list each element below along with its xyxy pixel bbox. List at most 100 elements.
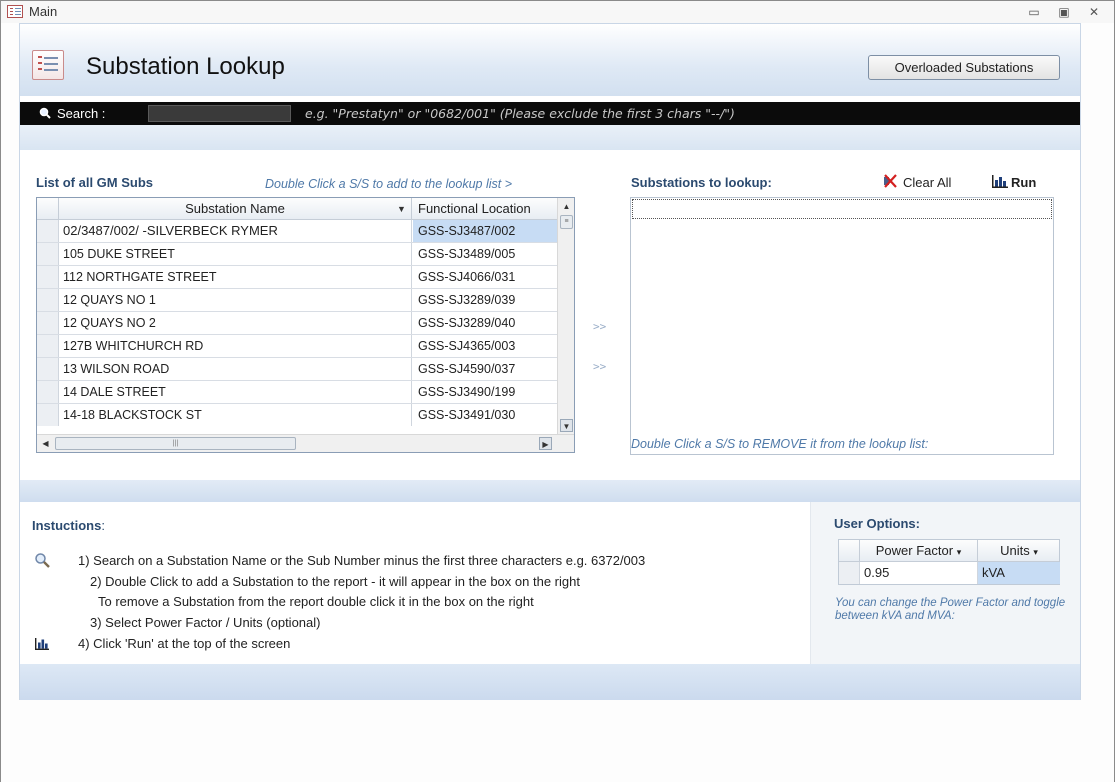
title-bar: Main ▭ ▣ ✕: [1, 1, 1114, 23]
table-row[interactable]: 127B WHITCHURCH RD GSS-SJ4365/003: [37, 335, 557, 358]
lookup-list-focus-row[interactable]: [632, 199, 1052, 219]
instruction-line: 3) Select Power Factor / Units (optional…: [90, 615, 321, 630]
magnifier-icon: [35, 553, 50, 568]
options-row[interactable]: 0.95 kVA: [839, 562, 1060, 584]
search-bar: Search : e.g. "Prestatyn" or "0682/001" …: [20, 102, 1080, 125]
row-selector[interactable]: [37, 266, 59, 288]
row-selector[interactable]: [37, 289, 59, 311]
options-hint: You can change the Power Factor and togg…: [835, 597, 1066, 622]
form-icon: [7, 5, 23, 18]
row-selector[interactable]: [37, 312, 59, 334]
power-factor-field[interactable]: 0.95: [860, 562, 978, 584]
row-selector[interactable]: [37, 243, 59, 265]
functional-location-cell[interactable]: GSS-SJ3489/005: [413, 243, 557, 265]
remove-hint: Double Click a S/S to REMOVE it from the…: [631, 437, 929, 451]
column-header-functional-location[interactable]: Functional Location: [413, 198, 557, 220]
gm-subs-title: List of all GM Subs: [36, 175, 154, 190]
close-button[interactable]: ✕: [1083, 3, 1105, 21]
form-area: Substation Lookup Overloaded Substations…: [19, 23, 1081, 700]
substation-name-cell[interactable]: 112 NORTHGATE STREET: [59, 266, 412, 288]
instruction-line: 1) Search on a Substation Name or the Su…: [78, 553, 646, 568]
scroll-thumb[interactable]: |||: [55, 437, 296, 450]
user-options-panel: User Options: Power Factor ▾ Units ▾ 0.9…: [810, 502, 1080, 664]
overloaded-substations-button[interactable]: Overloaded Substations: [868, 55, 1060, 80]
scroll-down-icon[interactable]: ▼: [560, 419, 573, 432]
row-selector[interactable]: [37, 335, 59, 357]
window-title: Main: [29, 4, 58, 19]
row-selector[interactable]: [37, 381, 59, 403]
substation-name-cell[interactable]: 14 DALE STREET: [59, 381, 412, 403]
section-divider: [20, 125, 1080, 150]
user-options-title: User Options:: [834, 516, 920, 531]
table-row[interactable]: 14 DALE STREET GSS-SJ3490/199: [37, 381, 557, 404]
select-all-corner[interactable]: [839, 540, 860, 562]
horizontal-scrollbar[interactable]: ◀ ||| ▶: [37, 434, 574, 452]
restore-button[interactable]: ▣: [1053, 3, 1075, 21]
sort-dropdown-icon[interactable]: ▼: [397, 198, 406, 220]
add-arrow: >>: [593, 320, 607, 333]
row-selector[interactable]: [37, 220, 59, 242]
substation-name-cell[interactable]: 02/3487/002/ -SILVERBECK RYMER: [59, 220, 412, 242]
section-divider: [20, 480, 1080, 502]
scroll-right-icon[interactable]: ▶: [539, 437, 552, 450]
table-row[interactable]: 12 QUAYS NO 2 GSS-SJ3289/040: [37, 312, 557, 335]
clear-all-label: Clear All: [903, 175, 952, 190]
functional-location-cell[interactable]: GSS-SJ3490/199: [413, 381, 557, 403]
user-options-grid[interactable]: Power Factor ▾ Units ▾ 0.95 kVA: [838, 539, 1060, 585]
functional-location-cell[interactable]: GSS-SJ3289/039: [413, 289, 557, 311]
table-row[interactable]: 02/3487/002/ -SILVERBECK RYMER GSS-SJ348…: [37, 220, 557, 243]
functional-location-cell[interactable]: GSS-SJ4365/003: [413, 335, 557, 357]
functional-location-cell[interactable]: GSS-SJ3289/040: [413, 312, 557, 334]
clear-icon: [884, 174, 897, 188]
table-row[interactable]: 112 NORTHGATE STREET GSS-SJ4066/031: [37, 266, 557, 289]
run-chart-icon: [992, 175, 1008, 188]
select-all-corner[interactable]: [37, 198, 59, 220]
row-selector[interactable]: [839, 562, 860, 584]
add-arrow: >>: [593, 360, 607, 373]
column-header-substation-name[interactable]: Substation Name: [59, 198, 412, 220]
run-chart-icon: [35, 638, 49, 650]
row-selector[interactable]: [37, 404, 59, 426]
units-field[interactable]: kVA: [978, 562, 1060, 584]
row-selector[interactable]: [37, 358, 59, 380]
table-row[interactable]: 12 QUAYS NO 1 GSS-SJ3289/039: [37, 289, 557, 312]
search-label: Search :: [57, 106, 106, 121]
column-header-power-factor[interactable]: Power Factor ▾: [860, 540, 978, 562]
form-footer: [20, 664, 1080, 700]
functional-location-cell[interactable]: GSS-SJ3491/030: [413, 404, 557, 426]
table-row[interactable]: 105 DUKE STREET GSS-SJ3489/005: [37, 243, 557, 266]
options-header: Power Factor ▾ Units ▾: [839, 540, 1059, 562]
instruction-line: 4) Click 'Run' at the top of the screen: [78, 636, 291, 651]
table-row[interactable]: 14-18 BLACKSTOCK ST GSS-SJ3491/030: [37, 404, 557, 427]
search-input[interactable]: [148, 105, 291, 122]
page-title: Substation Lookup: [86, 53, 285, 80]
vertical-scrollbar[interactable]: ▲ ≡ ▼: [557, 198, 574, 434]
run-label: Run: [1011, 175, 1037, 190]
window-bottom-area: [1, 700, 1114, 782]
scroll-thumb[interactable]: ≡: [560, 215, 573, 229]
scroll-up-icon[interactable]: ▲: [560, 200, 573, 213]
substation-name-cell[interactable]: 13 WILSON ROAD: [59, 358, 412, 380]
column-header-units[interactable]: Units ▾: [978, 540, 1060, 562]
search-icon: [39, 107, 51, 119]
form-header: Substation Lookup Overloaded Substations: [20, 24, 1080, 96]
add-hint: Double Click a S/S to add to the lookup …: [265, 177, 513, 191]
functional-location-cell[interactable]: GSS-SJ4590/037: [413, 358, 557, 380]
substation-name-cell[interactable]: 12 QUAYS NO 2: [59, 312, 412, 334]
instructions-panel: Instuctions: 1) Search on a Substation N…: [20, 502, 810, 664]
search-hint: e.g. "Prestatyn" or "0682/001" (Please e…: [305, 106, 735, 121]
lookup-list[interactable]: [630, 197, 1054, 455]
gm-subs-list[interactable]: Substation Name ▼ Functional Location 02…: [36, 197, 575, 453]
scroll-left-icon[interactable]: ◀: [39, 437, 52, 450]
substation-name-cell[interactable]: 127B WHITCHURCH RD: [59, 335, 412, 357]
functional-location-cell[interactable]: GSS-SJ3487/002: [413, 220, 557, 242]
instruction-line: 2) Double Click to add a Substation to t…: [90, 574, 580, 589]
substation-name-cell[interactable]: 12 QUAYS NO 1: [59, 289, 412, 311]
substation-name-cell[interactable]: 14-18 BLACKSTOCK ST: [59, 404, 412, 426]
substation-name-cell[interactable]: 105 DUKE STREET: [59, 243, 412, 265]
table-row[interactable]: 13 WILSON ROAD GSS-SJ4590/037: [37, 358, 557, 381]
minimize-button[interactable]: ▭: [1023, 3, 1045, 21]
access-window: Main ▭ ▣ ✕ Substation Lookup Overloaded …: [0, 0, 1115, 782]
form-header-icon: [32, 50, 64, 80]
functional-location-cell[interactable]: GSS-SJ4066/031: [413, 266, 557, 288]
